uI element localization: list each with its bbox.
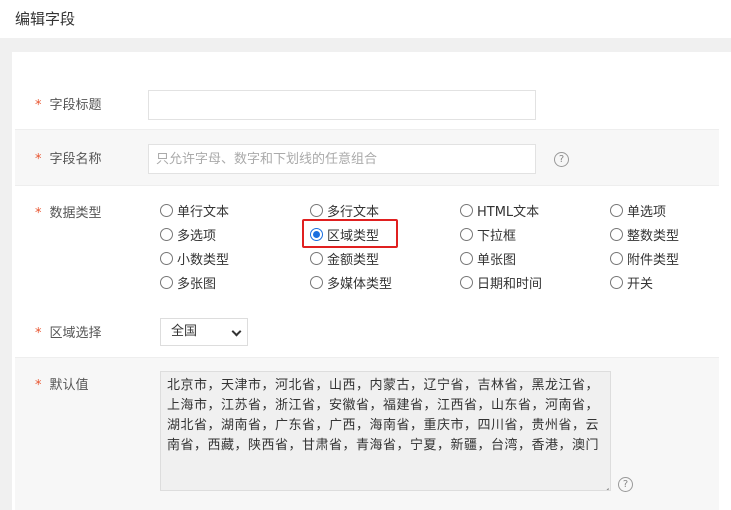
default-value-text: 北京市，天津市，河北省，山西，内蒙古，辽宁省，吉林省，黑龙江省，上海市，江苏省，…: [167, 378, 600, 453]
data-type-option[interactable]: 日期和时间: [460, 273, 543, 292]
data-type-option[interactable]: 单选项: [610, 201, 667, 220]
field-title-row: * 字段标题: [15, 74, 719, 130]
radio-button[interactable]: [460, 275, 473, 289]
radio-button[interactable]: [460, 227, 473, 241]
page-title: 编辑字段: [15, 10, 76, 28]
radio-button[interactable]: [610, 203, 623, 217]
data-type-option[interactable]: 整数类型: [610, 225, 680, 244]
data-type-option[interactable]: 金额类型: [310, 249, 380, 268]
data-type-option[interactable]: HTML文本: [460, 201, 540, 220]
data-type-option[interactable]: 多行文本: [310, 201, 380, 220]
page-header: 编辑字段: [0, 0, 731, 38]
radio-label: 多张图: [177, 276, 217, 292]
data-type-option[interactable]: 下拉框: [460, 225, 517, 244]
help-icon[interactable]: ?: [618, 477, 633, 492]
radio-label: 单行文本: [177, 204, 230, 220]
data-type-option[interactable]: 单行文本: [160, 201, 230, 220]
radio-button[interactable]: [460, 251, 473, 265]
radio-label: HTML文本: [477, 204, 540, 220]
data-type-label: * 数据类型: [35, 206, 102, 221]
radio-button[interactable]: [160, 251, 173, 265]
radio-label: 开关: [627, 276, 654, 292]
radio-label: 金额类型: [327, 252, 380, 268]
radio-label: 下拉框: [477, 228, 517, 244]
region-select-dropdown[interactable]: 全国: [160, 318, 248, 346]
data-type-option[interactable]: 开关: [610, 273, 654, 292]
radio-button[interactable]: [460, 203, 473, 217]
field-name-input[interactable]: [148, 144, 536, 174]
region-select-label: * 区域选择: [35, 326, 102, 341]
radio-button[interactable]: [610, 275, 623, 289]
radio-button[interactable]: [610, 227, 623, 241]
radio-label: 单选项: [627, 204, 667, 220]
data-type-option[interactable]: 小数类型: [160, 249, 230, 268]
radio-label: 多选项: [177, 228, 217, 244]
radio-button[interactable]: [160, 227, 173, 241]
radio-label: 整数类型: [627, 228, 680, 244]
chevron-down-icon: [231, 326, 242, 337]
help-icon[interactable]: ?: [554, 152, 569, 167]
radio-label: 小数类型: [177, 252, 230, 268]
radio-button[interactable]: [310, 251, 323, 265]
radio-label: 多行文本: [327, 204, 380, 220]
field-title-label: * 字段标题: [35, 98, 102, 113]
data-type-option[interactable]: 附件类型: [610, 249, 680, 268]
radio-button[interactable]: [610, 251, 623, 265]
data-type-option[interactable]: 多媒体类型: [310, 273, 393, 292]
radio-label: 单张图: [477, 252, 517, 268]
radio-button[interactable]: [160, 203, 173, 217]
default-value-label: * 默认值: [35, 378, 89, 393]
selection-highlight: [302, 219, 398, 248]
radio-label: 附件类型: [627, 252, 680, 268]
data-type-option[interactable]: 单张图: [460, 249, 517, 268]
data-type-option[interactable]: 多选项: [160, 225, 217, 244]
data-type-option[interactable]: 多张图: [160, 273, 217, 292]
region-select-row: * 区域选择: [15, 306, 719, 358]
region-select-value: 全国: [171, 324, 198, 339]
field-title-input[interactable]: [148, 90, 536, 120]
radio-label: 日期和时间: [477, 276, 543, 292]
field-name-label: * 字段名称: [35, 152, 102, 167]
default-value-textarea[interactable]: 北京市，天津市，河北省，山西，内蒙古，辽宁省，吉林省，黑龙江省，上海市，江苏省，…: [160, 371, 611, 491]
radio-button[interactable]: [310, 275, 323, 289]
radio-button[interactable]: [310, 203, 323, 217]
radio-label: 多媒体类型: [327, 276, 393, 292]
field-name-row: *字段名称 ?: [15, 130, 719, 186]
radio-button[interactable]: [160, 275, 173, 289]
resize-grip-icon[interactable]: [601, 481, 609, 489]
